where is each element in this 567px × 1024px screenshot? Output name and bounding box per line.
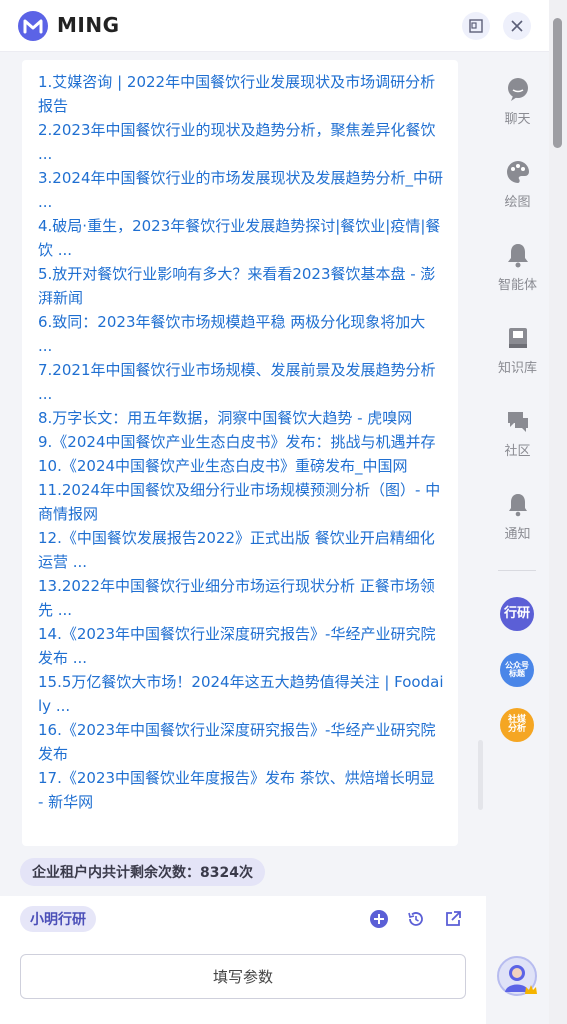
close-button[interactable] <box>503 12 531 40</box>
vip-crown-icon <box>525 985 537 994</box>
answer-card: 1.艾媒咨询 | 2022年中国餐饮行业发展现状及市场调研分析报告 2.2023年… <box>22 60 458 846</box>
sidebar-item-agent[interactable]: 智能体 <box>486 242 549 312</box>
reference-link[interactable]: 16.《2023年中国餐饮行业深度研究报告》-华经产业研究院发布 <box>38 718 444 766</box>
reference-link[interactable]: 8.万字长文：用五年数据，洞察中国餐饮大趋势 - 虎嗅网 <box>38 406 444 430</box>
sidebar-item-chat[interactable]: 聊天 <box>486 76 549 146</box>
layout-icon <box>469 19 483 33</box>
app-header: MING <box>0 0 567 52</box>
history-button[interactable] <box>405 908 427 930</box>
reference-link[interactable]: 3.2024年中国餐饮行业的市场发展现状及发展趋势分析_中研 ... <box>38 166 444 214</box>
sidebar-item-label: 通知 <box>504 527 531 542</box>
brand-name: MING <box>57 13 120 37</box>
community-icon <box>507 412 528 432</box>
sidebar-item-notify[interactable]: 通知 <box>486 491 549 561</box>
share-button[interactable] <box>442 908 464 930</box>
add-button[interactable] <box>368 908 390 930</box>
sidebar-divider <box>498 570 536 571</box>
bell-icon <box>508 494 527 517</box>
reference-link[interactable]: 9.《2024中国餐饮产业生态白皮书》发布：挑战与机遇并存 <box>38 430 444 454</box>
page-scrollbar-thumb[interactable] <box>553 18 562 148</box>
agent-tag[interactable]: 小明行研 <box>20 906 96 932</box>
right-sidebar: 聊天 绘图 智能体 知识库 社区 通知 行研 公众号标题 社媒分析 <box>486 52 549 1024</box>
agent-icon <box>507 244 528 268</box>
close-icon <box>511 20 523 32</box>
sidebar-item-draw[interactable]: 绘图 <box>486 159 549 229</box>
reference-link[interactable]: 11.2024年中国餐饮及细分行业市场规模预测分析（图）- 中商情报网 <box>38 478 444 526</box>
sidebar-item-label: 聊天 <box>504 112 531 127</box>
reference-link[interactable]: 2.2023年中国餐饮行业的现状及趋势分析，聚焦差异化餐饮 ... <box>38 118 444 166</box>
reference-link[interactable]: 17.《2023中国餐饮业年度报告》发布 茶饮、烘焙增长明显 - 新华网 <box>38 766 444 814</box>
layout-toggle-button[interactable] <box>462 12 490 40</box>
composer-bar: 小明行研 填写参数 <box>0 896 486 1024</box>
palette-icon <box>506 161 529 183</box>
fill-params-button[interactable]: 填写参数 <box>20 954 466 999</box>
quota-badge: 企业租户内共计剩余次数：8324次 <box>20 858 265 886</box>
book-icon <box>508 328 527 348</box>
history-icon <box>408 912 423 926</box>
page-scrollbar[interactable] <box>549 0 567 1024</box>
app-badge-industry-research[interactable]: 行研 <box>500 597 534 631</box>
reference-link[interactable]: 14.《2023年中国餐饮行业深度研究报告》-华经产业研究院发布 ... <box>38 622 444 670</box>
reference-link[interactable]: 15.5万亿餐饮大市场！2024年这五大趋势值得关注 | Foodaily ..… <box>38 670 444 718</box>
app-badge-social-analysis[interactable]: 社媒分析 <box>500 708 534 742</box>
reference-link[interactable]: 12.《中国餐饮发展报告2022》正式出版 餐饮业开启精细化运营 ... <box>38 526 444 574</box>
sidebar-item-label: 知识库 <box>497 361 537 376</box>
card-scrollbar[interactable] <box>478 740 483 810</box>
plus-circle-icon <box>370 910 388 928</box>
reference-list: 1.艾媒咨询 | 2022年中国餐饮行业发展现状及市场调研分析报告 2.2023年… <box>22 60 458 814</box>
app-badge-wechat-title[interactable]: 公众号标题 <box>500 653 534 687</box>
ming-logo-icon <box>18 11 48 41</box>
reference-link[interactable]: 6.致同：2023年餐饮市场规模趋平稳 两极分化现象将加大 ... <box>38 310 444 358</box>
sidebar-item-label: 社区 <box>504 444 531 459</box>
reference-link[interactable]: 1.艾媒咨询 | 2022年中国餐饮行业发展现状及市场调研分析报告 <box>38 70 444 118</box>
reference-link[interactable]: 10.《2024中国餐饮产业生态白皮书》重磅发布_中国网 <box>38 454 444 478</box>
sidebar-item-knowledge[interactable]: 知识库 <box>486 325 549 395</box>
reference-link[interactable]: 5.放开对餐饮行业影响有多大？来看看2023餐饮基本盘 - 澎湃新闻 <box>38 262 444 310</box>
share-icon <box>446 911 461 926</box>
reference-link[interactable]: 4.破局·重生，2023年餐饮行业发展趋势探讨|餐饮业|疫情|餐饮 ... <box>38 214 444 262</box>
chat-icon <box>507 78 528 101</box>
reference-link[interactable]: 13.2022年中国餐饮行业细分市场运行现状分析 正餐市场领先 ... <box>38 574 444 622</box>
reference-link[interactable]: 7.2021年中国餐饮行业市场规模、发展前景及发展趋势分析 ... <box>38 358 444 406</box>
sidebar-item-community[interactable]: 社区 <box>486 408 549 478</box>
sidebar-item-label: 智能体 <box>497 278 537 293</box>
sidebar-item-label: 绘图 <box>504 195 531 210</box>
